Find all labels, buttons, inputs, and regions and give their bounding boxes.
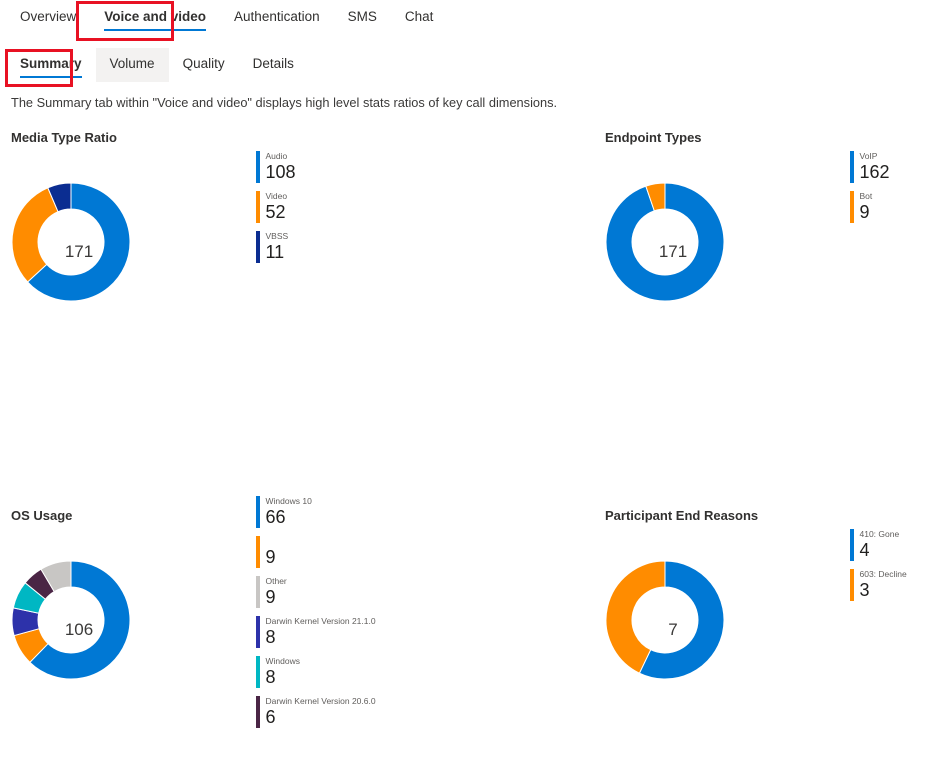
legend-item[interactable]: Other 9 [256, 576, 376, 608]
legend-label: Windows [265, 656, 300, 666]
legend-item[interactable]: 603: Decline 3 [850, 569, 907, 601]
primary-tab-bar: Overview Voice and video Authentication … [0, 0, 936, 42]
donut-chart-svg-os-usage[interactable] [11, 535, 261, 705]
page-description: The Summary tab within "Voice and video"… [11, 95, 558, 110]
legend-label: Bot [859, 191, 873, 201]
tab-overview[interactable]: Overview [6, 0, 90, 36]
secondary-pivot-bar: Summary Volume Quality Details [0, 42, 936, 86]
tab-sms[interactable]: SMS [334, 0, 391, 36]
legend-item[interactable]: Windows 8 [256, 656, 376, 688]
tab-authentication[interactable]: Authentication [220, 0, 334, 36]
legend-value: 8 [265, 627, 276, 647]
pivot-quality[interactable]: Quality [169, 48, 239, 82]
pivot-details[interactable]: Details [239, 48, 308, 82]
legend-item[interactable]: Audio 108 [256, 151, 296, 183]
panel-title-endpoint-types: Endpoint Types [605, 130, 702, 145]
legend-label: Video [265, 191, 288, 201]
tab-voice-and-video-underline [104, 28, 207, 31]
legend-value: 9 [859, 202, 870, 222]
tab-chat[interactable]: Chat [391, 0, 448, 36]
donut-participant-end-reasons: 7 [605, 535, 855, 705]
legend-label: Audio [265, 151, 288, 161]
legend-value: 9 [265, 587, 276, 607]
legend-value: 162 [859, 162, 890, 182]
legend-item[interactable]: Video 52 [256, 191, 296, 223]
tab-overview-label: Overview [20, 9, 77, 24]
legend-item[interactable]: Bot 9 [850, 191, 890, 223]
legend-label: Windows 10 [265, 496, 312, 506]
tab-voice-and-video-label: Voice and video [104, 9, 207, 24]
chart-row-participant-end-reasons: 7 410: Gone 4 603: Decline 3 [605, 529, 907, 705]
pivot-volume-label: Volume [109, 56, 155, 71]
legend-label: 410: Gone [859, 529, 900, 539]
pivot-volume[interactable]: Volume [95, 48, 169, 82]
pivot-quality-label: Quality [182, 56, 225, 71]
legend-value: 66 [265, 507, 286, 527]
legend-item[interactable]: VoIP 162 [850, 151, 890, 183]
legend-item[interactable]: Darwin Kernel Version 20.6.0 6 [256, 696, 376, 728]
legend-label: 603: Decline [859, 569, 907, 579]
legend-label: VBSS [265, 231, 289, 241]
legend-item[interactable]: 9 [256, 536, 376, 568]
panel-media-type-ratio: Media Type Ratio 171 Audio 108 Video 52 VBSS… [11, 130, 296, 327]
legend-os-usage: Windows 10 66 9 Other 9 Darwin Kernel Version… [256, 496, 376, 736]
legend-value: 6 [265, 707, 276, 727]
legend-label: Darwin Kernel Version 21.1.0 [265, 616, 376, 626]
legend-item[interactable]: Darwin Kernel Version 21.1.0 8 [256, 616, 376, 648]
legend-endpoint-types: VoIP 162 Bot 9 [850, 151, 890, 231]
legend-label [266, 536, 276, 547]
legend-value: 3 [859, 580, 870, 600]
legend-media-type-ratio: Audio 108 Video 52 VBSS 11 [256, 151, 296, 271]
legend-label: VoIP [859, 151, 878, 161]
donut-chart-svg-participant-end-reasons[interactable] [605, 535, 855, 705]
legend-label: Darwin Kernel Version 20.6.0 [265, 696, 376, 706]
pivot-details-label: Details [252, 56, 294, 71]
panel-os-usage: OS Usage 106 Windows 10 66 9 Other 9 Darwin K… [11, 496, 376, 736]
chart-row-media-type-ratio: 171 Audio 108 Video 52 VBSS 11 [11, 151, 296, 327]
panel-participant-end-reasons: Participant End Reasons 7 410: Gone 4 603:… [605, 508, 907, 705]
chart-row-os-usage: 106 Windows 10 66 9 Other 9 Darwin Kernel Ver… [11, 496, 376, 736]
legend-value: 11 [265, 242, 285, 262]
chart-row-endpoint-types: 171 VoIP 162 Bot 9 [605, 151, 890, 327]
donut-media-type-ratio: 171 [11, 157, 261, 327]
legend-color-swatch [256, 496, 260, 528]
donut-os-usage: 106 [11, 535, 261, 705]
legend-value: 9 [265, 547, 276, 567]
legend-participant-end-reasons: 410: Gone 4 603: Decline 3 [850, 529, 907, 609]
tab-sms-label: SMS [347, 9, 377, 24]
legend-value: 52 [265, 202, 286, 222]
legend-item[interactable]: 410: Gone 4 [850, 529, 907, 561]
donut-chart-svg-media-type-ratio[interactable] [11, 157, 261, 327]
donut-chart-svg-endpoint-types[interactable] [605, 157, 855, 327]
legend-item[interactable]: VBSS 11 [256, 231, 296, 263]
pivot-summary-underline [20, 75, 82, 78]
panel-title-participant-end-reasons: Participant End Reasons [605, 508, 759, 523]
legend-value: 8 [265, 667, 276, 687]
panel-title-media-type-ratio: Media Type Ratio [11, 130, 117, 145]
panel-endpoint-types: Endpoint Types 171 VoIP 162 Bot 9 [605, 130, 890, 327]
legend-item[interactable]: Windows 10 66 [256, 496, 376, 528]
tab-chat-label: Chat [404, 9, 434, 24]
tab-voice-and-video[interactable]: Voice and video [90, 0, 220, 36]
donut-endpoint-types: 171 [605, 157, 855, 327]
legend-value: 108 [265, 162, 296, 182]
legend-label: Other [265, 576, 287, 586]
tab-authentication-label: Authentication [234, 9, 320, 24]
pivot-summary[interactable]: Summary [6, 48, 96, 82]
legend-value: 4 [859, 540, 870, 560]
pivot-summary-label: Summary [20, 56, 82, 71]
